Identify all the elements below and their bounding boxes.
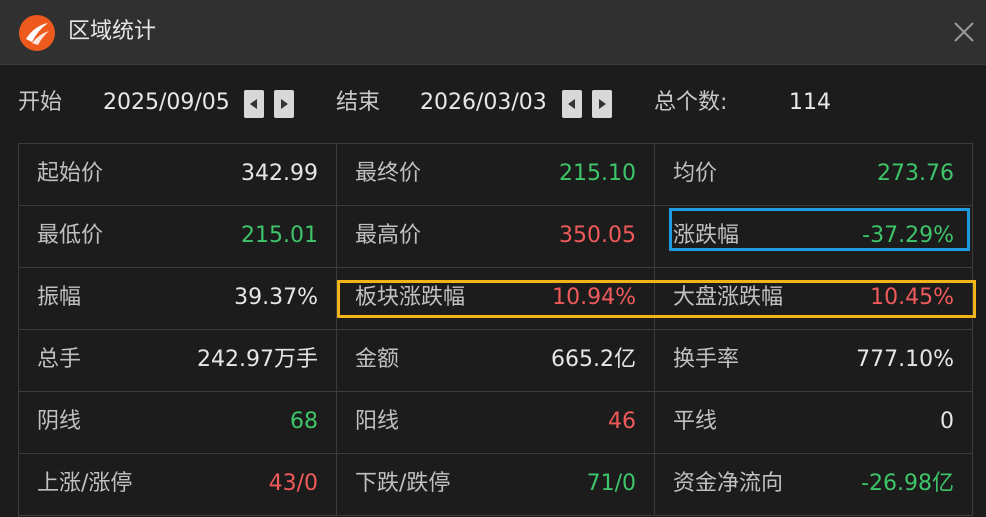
stat-cell: 金额 665.2亿 [337,330,655,392]
stat-cell: 均价 273.76 [655,144,973,206]
count-label: 总个数: [654,90,728,115]
count-value: 114 [789,90,831,115]
stat-cell: 上涨/涨停 43/0 [19,454,337,516]
stat-value: 10.45% [870,285,954,310]
stat-cell: 阴线 68 [19,392,337,454]
start-label: 开始 [18,90,63,115]
stat-label: 总手 [37,347,82,372]
triangle-right-icon [281,99,288,109]
stat-cell: 振幅 39.37% [19,268,337,330]
stat-value: 215.01 [241,223,318,248]
stat-label: 平线 [673,409,718,434]
start-next-button[interactable] [274,90,294,118]
stat-label: 资金净流向 [673,471,784,496]
stat-label: 板块涨跌幅 [355,285,466,310]
triangle-left-icon [250,99,257,109]
title-bar: 区域统计 [0,0,986,65]
stat-cell: 最终价 215.10 [337,144,655,206]
stat-cell: 换手率 777.10% [655,330,973,392]
stat-label: 金额 [355,347,400,372]
stat-cell: 起始价 342.99 [19,144,337,206]
start-date[interactable]: 2025/09/05 [103,88,230,118]
stat-value: -26.98亿 [861,471,954,496]
stat-label: 大盘涨跌幅 [673,285,784,310]
stat-value: 777.10% [856,347,954,372]
end-label: 结束 [336,90,381,115]
stat-value: 39.37% [234,285,318,310]
stat-value: 350.05 [559,223,636,248]
stat-value: 665.2亿 [551,347,636,372]
triangle-right-icon [599,99,606,109]
stat-label: 最低价 [37,223,104,248]
stat-value: 215.10 [559,161,636,186]
stat-value: 242.97万手 [197,347,318,372]
stat-label: 阴线 [37,409,82,434]
close-icon[interactable] [950,18,978,46]
stat-label: 起始价 [37,161,104,186]
stat-label: 换手率 [673,347,740,372]
end-prev-button[interactable] [562,90,582,118]
stat-cell: 最低价 215.01 [19,206,337,268]
stat-label: 上涨/涨停 [37,471,133,496]
window-title: 区域统计 [68,19,157,44]
stats-grid: 起始价 342.99 最终价 215.10 均价 273.76 最低价 215.… [18,143,973,517]
stat-value: 273.76 [877,161,954,186]
region-stats-window: 区域统计 开始 2025/09/05 结束 2026/03/03 总个数: 11… [0,0,986,517]
stat-value: -37.29% [862,223,954,248]
end-next-button[interactable] [592,90,612,118]
stat-value: 68 [290,409,318,434]
stat-value: 10.94% [552,285,636,310]
stat-cell: 下跌/跌停 71/0 [337,454,655,516]
stat-label: 振幅 [37,285,82,310]
stat-cell: 涨跌幅 -37.29% [655,206,973,268]
stat-cell: 平线 0 [655,392,973,454]
end-date[interactable]: 2026/03/03 [420,88,547,118]
stat-cell: 总手 242.97万手 [19,330,337,392]
triangle-left-icon [568,99,575,109]
stat-label: 阳线 [355,409,400,434]
stat-cell: 板块涨跌幅 10.94% [337,268,655,330]
stat-label: 涨跌幅 [673,223,740,248]
stat-value: 71/0 [586,471,636,496]
stat-cell: 资金净流向 -26.98亿 [655,454,973,516]
date-range-bar: 开始 2025/09/05 结束 2026/03/03 总个数: 114 [0,78,986,126]
stat-cell: 最高价 350.05 [337,206,655,268]
stat-value: 46 [608,409,636,434]
stat-value: 342.99 [241,161,318,186]
stat-label: 最终价 [355,161,422,186]
start-prev-button[interactable] [244,90,264,118]
app-logo-icon [18,14,56,52]
stat-cell: 大盘涨跌幅 10.45% [655,268,973,330]
stat-label: 均价 [673,161,718,186]
stat-value: 43/0 [268,471,318,496]
stat-cell: 阳线 46 [337,392,655,454]
stat-label: 最高价 [355,223,422,248]
stat-value: 0 [940,409,954,434]
stat-label: 下跌/跌停 [355,471,451,496]
